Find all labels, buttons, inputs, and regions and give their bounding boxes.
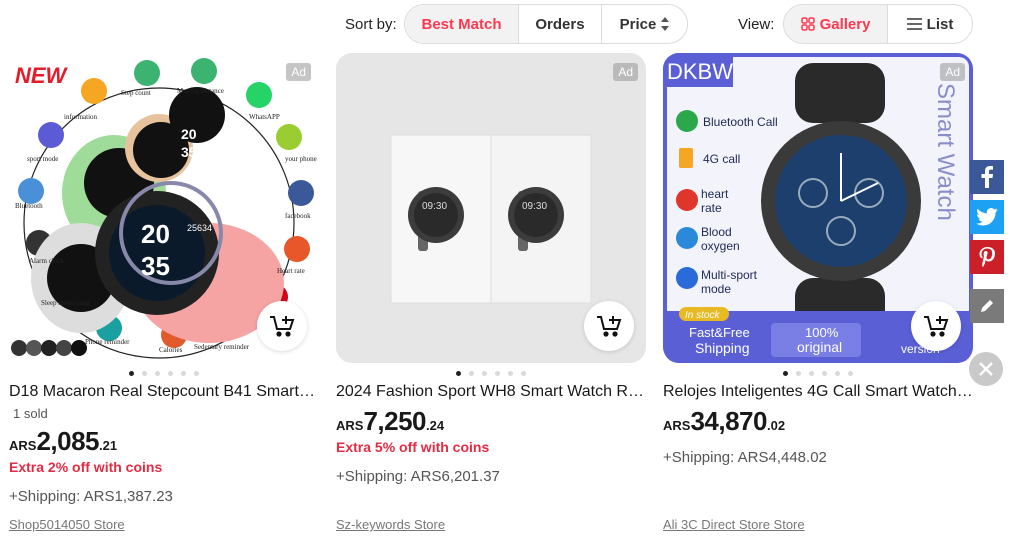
watch-face-time: 09:30 bbox=[422, 201, 447, 212]
gallery-icon bbox=[800, 17, 815, 31]
pinterest-icon bbox=[979, 247, 995, 267]
svg-text:facebook: facebook bbox=[285, 212, 311, 220]
view-label: View: bbox=[738, 16, 775, 33]
facebook-icon bbox=[981, 166, 993, 188]
view-options: Gallery List bbox=[783, 4, 973, 44]
share-twitter-button[interactable] bbox=[970, 200, 1004, 234]
close-share-button[interactable] bbox=[969, 352, 1003, 386]
svg-text:Heart rate: Heart rate bbox=[277, 267, 305, 275]
svg-text:100%: 100% bbox=[805, 325, 839, 340]
svg-text:09:30: 09:30 bbox=[522, 201, 547, 212]
svg-text:Moving distance: Moving distance bbox=[177, 87, 224, 95]
sold-count: 1 sold bbox=[13, 406, 48, 421]
svg-text:sport mode: sport mode bbox=[27, 155, 58, 163]
svg-text:original: original bbox=[797, 339, 842, 355]
product-title[interactable]: 2024 Fashion Sport WH8 Smart Watch Rou..… bbox=[336, 383, 646, 401]
coins-discount: Extra 5% off with coins bbox=[336, 439, 490, 455]
cart-plus-icon bbox=[924, 316, 949, 337]
shipping-cost: +Shipping: ARS4,448.02 bbox=[663, 449, 827, 466]
new-badge: NEW bbox=[15, 63, 69, 88]
view-gallery-button[interactable]: Gallery bbox=[784, 5, 888, 43]
share-edit-button[interactable] bbox=[970, 289, 1004, 323]
svg-text:Alarm clock: Alarm clock bbox=[29, 257, 64, 265]
product-price: ARS7,250.24 bbox=[336, 406, 445, 436]
cart-plus-icon bbox=[597, 316, 622, 337]
sort-options: Best Match Orders Price bbox=[404, 4, 688, 44]
svg-text:Calories: Calories bbox=[159, 346, 183, 354]
svg-text:Sedentary reminder: Sedentary reminder bbox=[194, 343, 250, 351]
coins-discount: Extra 2% off with coins bbox=[9, 459, 163, 475]
product-price: ARS2,085.21 bbox=[9, 426, 118, 456]
list-icon bbox=[906, 18, 922, 30]
svg-text:rate: rate bbox=[701, 201, 722, 215]
svg-text:Fast&Free: Fast&Free bbox=[689, 325, 750, 340]
ad-badge: Ad bbox=[940, 63, 965, 81]
share-facebook-button[interactable] bbox=[970, 160, 1004, 194]
svg-text:20: 20 bbox=[181, 126, 197, 142]
svg-text:information: information bbox=[64, 113, 98, 121]
image-carousel-dots[interactable] bbox=[663, 371, 973, 376]
shipping-cost: +Shipping: ARS1,387.23 bbox=[9, 488, 173, 505]
sort-price-button[interactable]: Price bbox=[602, 5, 687, 43]
ad-badge: Ad bbox=[286, 63, 311, 81]
svg-text:Phone reminder: Phone reminder bbox=[85, 338, 130, 346]
feature-heart-rate: heart bbox=[701, 187, 729, 201]
product-title[interactable]: Relojes Inteligentes 4G Call Smart Watch… bbox=[663, 383, 973, 401]
svg-text:35: 35 bbox=[141, 251, 170, 281]
view-list-button[interactable]: List bbox=[888, 5, 972, 43]
image-carousel-dots[interactable] bbox=[336, 371, 646, 376]
sort-orders-button[interactable]: Orders bbox=[519, 5, 602, 43]
in-stock-badge: In stock bbox=[685, 310, 720, 321]
svg-text:Bluetooth Call: Bluetooth Call bbox=[703, 115, 778, 129]
store-link[interactable]: Sz-keywords Store bbox=[336, 517, 445, 532]
svg-text:Sleep monitoring: Sleep monitoring bbox=[41, 299, 90, 307]
svg-text:35: 35 bbox=[181, 144, 197, 160]
svg-text:Multi-sport: Multi-sport bbox=[701, 268, 758, 282]
edit-icon bbox=[981, 300, 993, 312]
cart-plus-icon bbox=[270, 316, 295, 337]
sort-best-match-button[interactable]: Best Match bbox=[405, 5, 519, 43]
brand-logo: DKBW bbox=[667, 59, 733, 84]
svg-text:4G call: 4G call bbox=[703, 152, 740, 166]
add-to-cart-button[interactable] bbox=[584, 301, 634, 351]
svg-text:your phone: your phone bbox=[285, 155, 317, 163]
product-title[interactable]: D18 Macaron Real Stepcount B41 Smart W..… bbox=[9, 383, 319, 401]
svg-text:oxygen: oxygen bbox=[701, 239, 740, 253]
svg-text:Step count: Step count bbox=[121, 89, 151, 97]
product-image[interactable]: DKBW Smart Watch Bluetooth Call 4G call … bbox=[663, 53, 973, 363]
close-icon bbox=[979, 362, 993, 376]
product-image[interactable]: 20 25634 35 20 35 NEW Step count Moving … bbox=[9, 53, 319, 363]
smart-watch-side-text: Smart Watch bbox=[932, 83, 959, 221]
svg-text:Blood: Blood bbox=[701, 225, 732, 239]
svg-text:Bluetooth: Bluetooth bbox=[15, 202, 43, 210]
svg-text:WhatsAPP: WhatsAPP bbox=[249, 113, 280, 121]
sort-label: Sort by: bbox=[345, 16, 397, 33]
toolbar: Sort by: Best Match Orders Price View: G… bbox=[0, 0, 1024, 48]
twitter-icon bbox=[976, 208, 998, 226]
ad-badge: Ad bbox=[613, 63, 638, 81]
sort-arrows-icon bbox=[661, 17, 670, 31]
store-link[interactable]: Shop5014050 Store bbox=[9, 517, 125, 532]
watch-face-text: 20 bbox=[141, 219, 170, 249]
shipping-cost: +Shipping: ARS6,201.37 bbox=[336, 468, 500, 485]
add-to-cart-button[interactable] bbox=[257, 301, 307, 351]
svg-text:Shipping: Shipping bbox=[695, 340, 750, 356]
add-to-cart-button[interactable] bbox=[911, 301, 961, 351]
share-pinterest-button[interactable] bbox=[970, 240, 1004, 274]
product-price: ARS34,870.02 bbox=[663, 406, 786, 436]
product-image[interactable]: 09:30 09:30 Ad bbox=[336, 53, 646, 363]
svg-text:25634: 25634 bbox=[187, 223, 212, 233]
image-carousel-dots[interactable] bbox=[9, 371, 319, 376]
svg-text:mode: mode bbox=[701, 282, 731, 296]
store-link[interactable]: Ali 3C Direct Store Store bbox=[663, 517, 805, 532]
